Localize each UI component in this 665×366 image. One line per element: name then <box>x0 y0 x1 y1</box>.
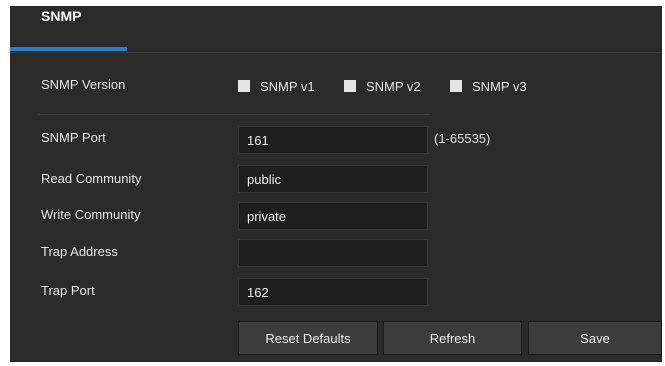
snmp-v3-label: SNMP v3 <box>472 78 527 94</box>
snmp-settings-panel: SNMP SNMP Version SNMP v1 SNMP v2 SNMP v… <box>10 6 662 362</box>
snmp-version-label: SNMP Version <box>41 77 126 92</box>
trap-port-label: Trap Port <box>41 283 95 298</box>
write-community-input[interactable]: private <box>238 202 428 230</box>
write-community-label: Write Community <box>41 207 141 222</box>
active-tab-indicator <box>10 47 127 51</box>
reset-defaults-button[interactable]: Reset Defaults <box>238 321 378 355</box>
trap-port-input[interactable]: 162 <box>238 278 428 306</box>
tab-snmp[interactable]: SNMP <box>10 6 127 52</box>
snmp-v2-option[interactable]: SNMP v2 <box>344 78 421 94</box>
snmp-port-range-hint: (1-65535) <box>434 131 491 146</box>
read-community-label: Read Community <box>41 171 142 186</box>
snmp-v2-checkbox[interactable] <box>344 80 356 92</box>
tab-snmp-label: SNMP <box>41 8 82 24</box>
snmp-port-label: SNMP Port <box>41 130 106 145</box>
refresh-button[interactable]: Refresh <box>383 321 522 355</box>
snmp-port-input[interactable]: 161 <box>238 126 428 154</box>
snmp-v3-option[interactable]: SNMP v3 <box>450 78 527 94</box>
trap-address-input[interactable] <box>238 239 428 267</box>
section-divider <box>38 114 430 115</box>
snmp-v1-option[interactable]: SNMP v1 <box>238 78 315 94</box>
save-button[interactable]: Save <box>528 321 662 355</box>
snmp-v3-checkbox[interactable] <box>450 80 462 92</box>
tab-bar: SNMP <box>10 6 662 53</box>
trap-address-label: Trap Address <box>41 244 118 259</box>
snmp-v2-label: SNMP v2 <box>366 78 421 94</box>
snmp-v1-checkbox[interactable] <box>238 80 250 92</box>
snmp-v1-label: SNMP v1 <box>260 78 315 94</box>
read-community-input[interactable]: public <box>238 165 428 193</box>
